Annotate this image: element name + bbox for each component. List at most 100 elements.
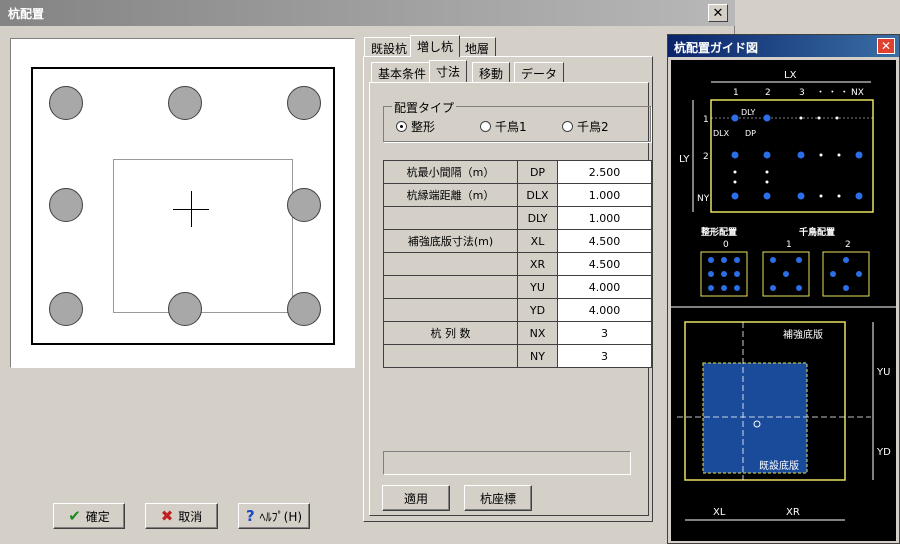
row-label: 杭縁端距離（m） [383, 183, 518, 207]
radio-label: 整形 [411, 120, 436, 134]
pile-marker [49, 86, 83, 120]
pile-marker [168, 86, 202, 120]
pile-marker [168, 292, 202, 326]
ok-button[interactable]: ✔ 確定 [53, 503, 125, 529]
yu-label: YU [876, 367, 890, 378]
apply-label: 適用 [403, 491, 428, 506]
pile-marker [287, 188, 321, 222]
type-thumb-dots [708, 257, 862, 291]
pile-marker [49, 292, 83, 326]
table-row: NY 3 [383, 344, 652, 368]
row-key: YD [517, 298, 558, 322]
tab-data[interactable]: データ [514, 62, 565, 82]
layout-type-group: 配置タイプ 整形 千鳥1 千鳥2 [383, 99, 651, 142]
radio-stagger-1[interactable]: 千鳥1 [480, 118, 527, 135]
guide-pile-grid [731, 114, 863, 200]
dlx-label: DLX [713, 129, 730, 138]
status-field [383, 451, 631, 475]
row-label [383, 275, 518, 299]
row-value-cell[interactable]: 3 [557, 321, 652, 345]
row-value-cell[interactable]: 1.000 [557, 183, 652, 207]
ny-label: NY [697, 194, 710, 204]
row-value-cell[interactable]: 1.000 [557, 206, 652, 230]
apply-button[interactable]: 適用 [382, 485, 450, 511]
row-value-cell[interactable]: 4.500 [557, 252, 652, 276]
xl-label: XL [713, 507, 726, 518]
tab-strata[interactable]: 地層 [458, 37, 497, 57]
row-key: YU [517, 275, 558, 299]
row-label [383, 344, 518, 368]
lx-label: LX [784, 70, 797, 81]
row-num-2: 2 [703, 152, 709, 162]
row-value-cell[interactable]: 3 [557, 344, 652, 368]
close-icon: ✕ [880, 39, 892, 53]
cross-icon: ✖ [160, 507, 174, 525]
radio-label: 千鳥2 [577, 120, 609, 134]
guide-svg: LX 1 2 3 ・ ・ ・ NX DLY DLX DP LY 1 2 NY 整… [671, 70, 896, 521]
help-label: ﾍﾙﾌﾟ(H) [259, 509, 303, 524]
xr-label: XR [786, 507, 800, 518]
check-icon: ✔ [68, 507, 81, 525]
row-key: XL [517, 229, 558, 253]
table-row: 杭縁端距離（m） DLX 1.000 [383, 183, 652, 207]
type-num-1: 1 [786, 240, 792, 250]
tab-label: 既設杭 [371, 42, 408, 56]
dly-label: DLY [741, 108, 756, 117]
ly-label: LY [679, 154, 690, 165]
reinforce-label: 補強底版 [783, 328, 823, 341]
window-close-button[interactable]: ✕ [708, 4, 728, 22]
guide-titlebar: 杭配置ガイド図 [668, 35, 899, 57]
pile-marker [49, 188, 83, 222]
radio-stagger-2[interactable]: 千鳥2 [562, 118, 609, 135]
table-row: 補強底版寸法(m) XL 4.500 [383, 229, 652, 253]
row-label: 補強底版寸法(m) [383, 229, 518, 253]
row-value-cell[interactable]: 4.500 [557, 229, 652, 253]
table-row: YU 4.000 [383, 275, 652, 299]
regular-layout-label: 整形配置 [700, 226, 737, 238]
pile-coords-button[interactable]: 杭座標 [464, 485, 532, 511]
tab-basic-conditions[interactable]: 基本条件 [371, 62, 434, 82]
cancel-label: 取消 [178, 509, 203, 524]
row-value-cell[interactable]: 2.500 [557, 160, 652, 184]
radio-dot-icon [562, 121, 573, 132]
row-key: NY [517, 344, 558, 368]
row-key: XR [517, 252, 558, 276]
dimension-table: 杭最小間隔（m） DP 2.500 杭縁端距離（m） DLX 1.000 DLY 1.000 補… [383, 160, 652, 368]
tab-move[interactable]: 移動 [472, 62, 511, 82]
guide-close-button[interactable]: ✕ [877, 38, 895, 54]
type-num-2: 2 [845, 240, 851, 250]
row-value-cell[interactable]: 4.000 [557, 298, 652, 322]
tab-existing-piles[interactable]: 既設杭 [364, 37, 415, 57]
table-row: XR 4.500 [383, 252, 652, 276]
nx-label: NX [851, 88, 864, 98]
cancel-button[interactable]: ✖ 取消 [145, 503, 218, 529]
reinforced-slab-outline [31, 67, 335, 345]
table-row: 杭 列 数 NX 3 [383, 321, 652, 345]
table-row: DLY 1.000 [383, 206, 652, 230]
guide-diagram: LX 1 2 3 ・ ・ ・ NX DLY DLX DP LY 1 2 NY 整… [671, 60, 896, 541]
table-row: YD 4.000 [383, 298, 652, 322]
tab-label: 地層 [465, 42, 490, 56]
row-key: DLY [517, 206, 558, 230]
tab-additional-piles[interactable]: 増し杭 [410, 35, 461, 57]
existing-slab-rect [702, 362, 808, 474]
help-button[interactable]: ? ﾍﾙﾌﾟ(H) [238, 503, 310, 529]
tab-label: 移動 [479, 67, 504, 81]
tab-dimensions[interactable]: 寸法 [429, 60, 468, 82]
pile-layout-window: 杭配置 ✕ ✔ 確定 ✖ 取消 ? ﾍﾙﾌﾟ(H) 既設杭 増し杭 地層 基本条… [0, 0, 735, 544]
ok-label: 確定 [85, 509, 110, 524]
close-icon: ✕ [712, 5, 724, 21]
row-key: NX [517, 321, 558, 345]
radio-regular[interactable]: 整形 [396, 118, 435, 135]
radio-dot-icon [396, 121, 407, 132]
row-value-cell[interactable]: 4.000 [557, 275, 652, 299]
tab-label: 増し杭 [417, 40, 454, 54]
type-num-0: 0 [723, 240, 729, 250]
row-label [383, 252, 518, 276]
guide-window: 杭配置ガイド図 ✕ LX 1 2 3 ・ ・ ・ NX DLY DLX DP L… [667, 34, 900, 544]
tab-label: 基本条件 [378, 67, 427, 81]
guide-title: 杭配置ガイド図 [674, 41, 759, 55]
stagger-layout-label: 千鳥配置 [799, 226, 835, 238]
row-num-1: 1 [703, 115, 709, 125]
col-num-3: 3 [799, 88, 805, 98]
